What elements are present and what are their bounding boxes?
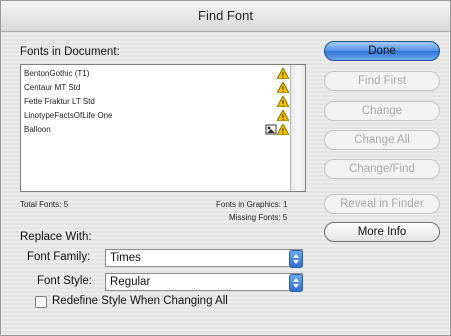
change-button[interactable]: Change bbox=[324, 101, 440, 121]
find-font-dialog: Find Font Fonts in Document: BentonGothi… bbox=[0, 0, 451, 336]
svg-text:!: ! bbox=[281, 71, 284, 79]
arrow-down-icon bbox=[293, 284, 299, 288]
arrow-up-icon bbox=[293, 254, 299, 258]
reveal-in-finder-button[interactable]: Reveal in Finder bbox=[324, 194, 440, 214]
svg-text:!: ! bbox=[281, 113, 284, 121]
change-all-button[interactable]: Change All bbox=[324, 130, 440, 150]
font-style-field[interactable]: Regular bbox=[105, 273, 303, 291]
font-style-stepper[interactable] bbox=[289, 274, 303, 292]
font-style-value: Regular bbox=[110, 276, 151, 288]
font-family-field[interactable]: Times bbox=[105, 249, 303, 267]
warning-icon: ! bbox=[277, 96, 289, 107]
arrow-down-icon bbox=[293, 260, 299, 264]
done-button[interactable]: Done bbox=[324, 41, 440, 61]
font-name: Fette Fraktur LT Std bbox=[24, 97, 95, 106]
list-scrollbar[interactable] bbox=[290, 65, 305, 191]
font-name: BentonGothic (T1) bbox=[24, 69, 90, 78]
fonts-in-document-label: Fonts in Document: bbox=[20, 46, 120, 58]
list-item[interactable]: Centaur MT Std ! bbox=[23, 81, 291, 95]
fonts-list[interactable]: BentonGothic (T1) ! Centaur MT Std ! Fet… bbox=[20, 64, 306, 192]
warning-icon: ! bbox=[277, 82, 289, 93]
find-first-button[interactable]: Find First bbox=[324, 71, 440, 91]
font-name: Centaur MT Std bbox=[24, 83, 81, 92]
warning-icon: ! bbox=[277, 124, 289, 135]
change-find-button[interactable]: Change/Find bbox=[324, 159, 440, 179]
redefine-style-label[interactable]: Redefine Style When Changing All bbox=[52, 295, 228, 307]
more-info-button[interactable]: More Info bbox=[324, 222, 440, 242]
svg-text:!: ! bbox=[281, 127, 284, 135]
list-item[interactable]: LinotypeFactsOfLife One ! bbox=[23, 109, 291, 123]
arrow-up-icon bbox=[293, 278, 299, 282]
list-item[interactable]: BentonGothic (T1) ! bbox=[23, 67, 291, 81]
warning-icon: ! bbox=[277, 110, 289, 121]
svg-text:!: ! bbox=[281, 85, 284, 93]
replace-with-label: Replace With: bbox=[20, 231, 92, 243]
dialog-title: Find Font bbox=[1, 1, 450, 32]
list-item[interactable]: Fette Fraktur LT Std ! bbox=[23, 95, 291, 109]
font-family-stepper[interactable] bbox=[289, 250, 303, 268]
font-family-value: Times bbox=[110, 252, 141, 264]
warning-icon: ! bbox=[277, 68, 289, 79]
font-name: LinotypeFactsOfLife One bbox=[24, 111, 113, 120]
font-name: Balloon bbox=[24, 125, 51, 134]
font-family-label: Font Family: bbox=[27, 251, 91, 263]
redefine-style-checkbox[interactable] bbox=[35, 296, 47, 308]
fonts-in-graphics-count: Fonts in Graphics: 1 bbox=[216, 200, 288, 209]
list-item[interactable]: Balloon ! bbox=[23, 123, 291, 137]
svg-text:!: ! bbox=[281, 99, 284, 107]
font-style-label: Font Style: bbox=[37, 275, 92, 287]
total-fonts-count: Total Fonts: 5 bbox=[20, 200, 69, 209]
missing-fonts-count: Missing Fonts: 5 bbox=[229, 213, 288, 222]
graphic-font-icon bbox=[265, 124, 277, 135]
